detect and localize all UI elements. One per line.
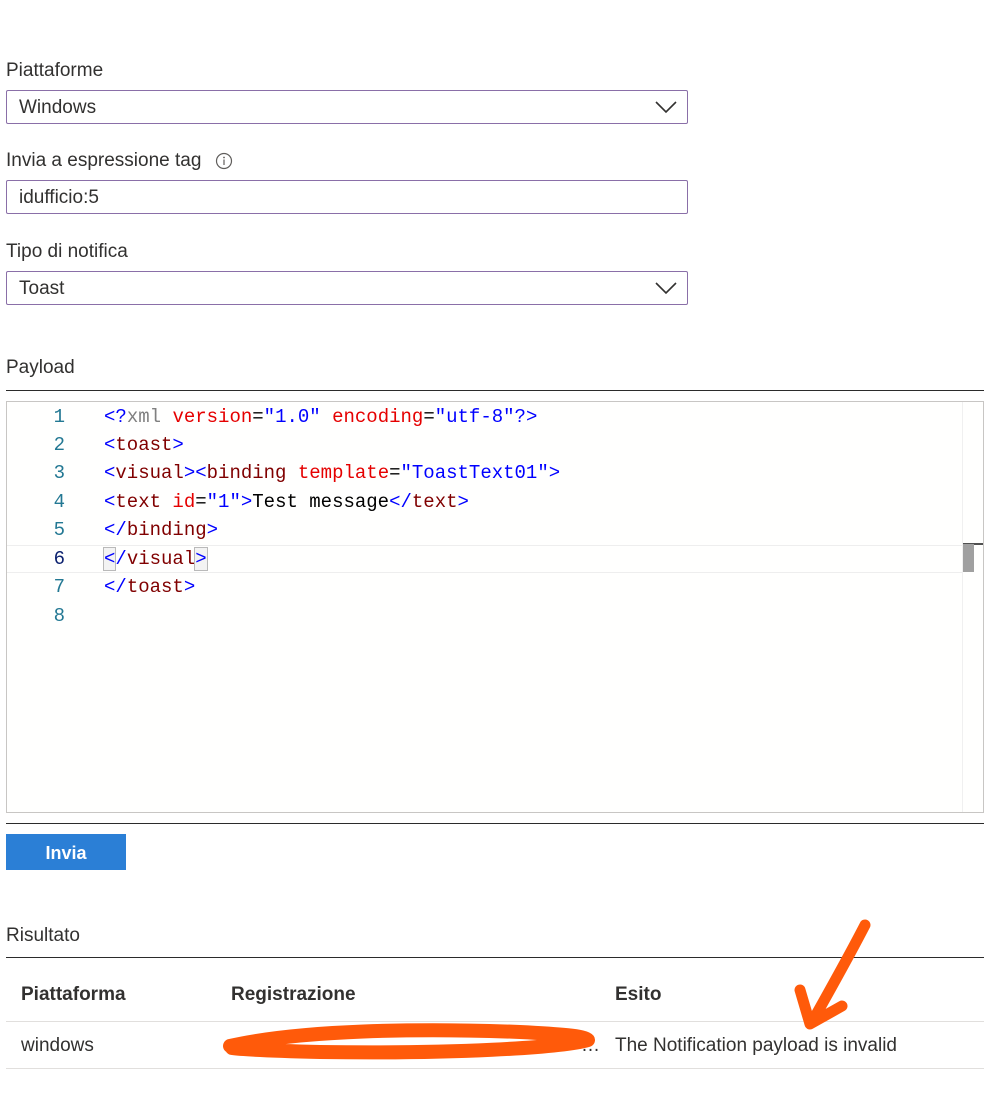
- line-number: 6: [53, 548, 65, 570]
- code-line: 5 </binding>: [7, 516, 963, 544]
- code-text: </binding>: [104, 519, 219, 541]
- code-line-current: 6 </visual>: [7, 545, 963, 573]
- line-number: 8: [53, 605, 65, 627]
- platform-value: Windows: [19, 97, 97, 118]
- code-text: <text id="1">Test message</text>: [104, 491, 469, 513]
- notification-type-dropdown[interactable]: Toast: [6, 271, 688, 305]
- chevron-down-icon: [655, 282, 677, 295]
- payload-code-editor[interactable]: 1 <?xml version="1.0" encoding="utf-8"?>…: [6, 401, 984, 813]
- column-header-platform[interactable]: Piattaforma: [21, 984, 126, 1006]
- line-number: 3: [53, 462, 65, 484]
- platform-label: Piattaforme: [6, 60, 104, 81]
- code-line: 4 <text id="1">Test message</text>: [7, 488, 963, 516]
- chevron-down-icon: [655, 101, 677, 114]
- code-text: </toast>: [104, 576, 196, 598]
- payload-divider: [6, 390, 984, 391]
- tag-expression-input[interactable]: idufficio:5: [6, 180, 688, 214]
- result-divider: [6, 957, 984, 958]
- line-number: 7: [53, 576, 65, 598]
- header-row-divider: [6, 1021, 984, 1022]
- line-number: 2: [53, 434, 65, 456]
- info-icon[interactable]: [215, 152, 233, 170]
- column-header-outcome[interactable]: Esito: [615, 984, 661, 1006]
- code-line: 2 <toast>: [7, 431, 963, 459]
- column-header-registration[interactable]: Registrazione: [231, 984, 356, 1006]
- line-number: 5: [53, 519, 65, 541]
- tag-expression-value: idufficio:5: [19, 187, 99, 208]
- code-line: 1 <?xml version="1.0" encoding="utf-8"?>: [7, 403, 963, 431]
- code-line: 7 </toast>: [7, 573, 963, 601]
- arrow-annotation-icon: [794, 919, 871, 1030]
- send-button[interactable]: Invia: [6, 834, 126, 870]
- cell-platform: windows: [21, 1035, 94, 1056]
- scrollbar-thumb[interactable]: [963, 544, 974, 572]
- platform-dropdown[interactable]: Windows: [6, 90, 688, 124]
- code-text: </visual>: [102, 547, 208, 571]
- payload-label: Payload: [6, 357, 75, 378]
- line-number: 4: [53, 491, 65, 513]
- code-line: 8: [7, 602, 963, 630]
- result-label: Risultato: [6, 925, 80, 946]
- code-text: <?xml version="1.0" encoding="utf-8"?>: [104, 406, 538, 428]
- line-number: 1: [53, 406, 65, 428]
- notification-type-value: Toast: [19, 278, 65, 299]
- notification-type-label: Tipo di notifica: [6, 241, 128, 262]
- editor-scrollbar[interactable]: [962, 402, 983, 812]
- code-text: <visual><binding template="ToastText01">: [104, 462, 561, 484]
- row-divider: [6, 1068, 984, 1069]
- registration-value: …: [581, 1035, 600, 1056]
- code-line: 3 <visual><binding template="ToastText01…: [7, 459, 963, 487]
- cell-registration: …: [228, 1035, 600, 1057]
- tag-expression-label: Invia a espressione tag: [6, 150, 202, 171]
- cell-outcome: The Notification payload is invalid: [615, 1035, 897, 1056]
- editor-bottom-divider: [6, 823, 984, 824]
- code-text: <toast>: [104, 434, 184, 456]
